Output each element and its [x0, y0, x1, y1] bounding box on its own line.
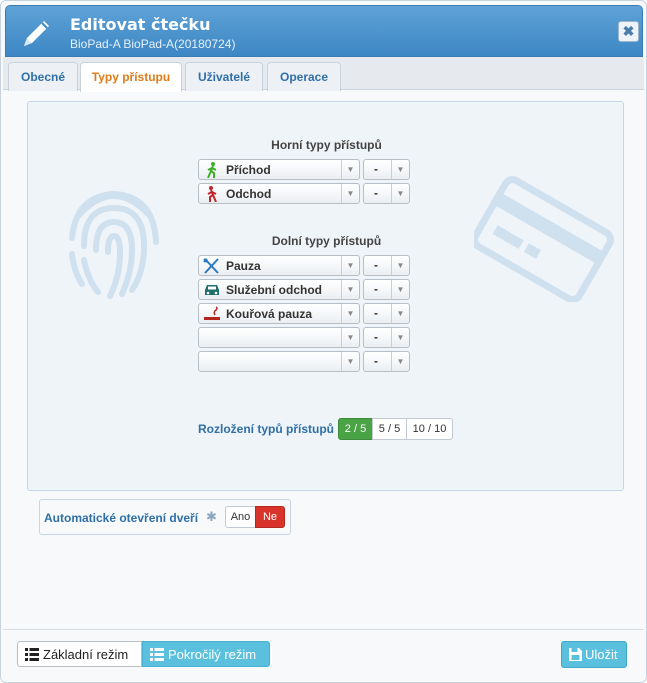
- upper-type-select-1[interactable]: Příchod ▼: [198, 159, 360, 180]
- list-icon: [25, 648, 39, 661]
- chevron-down-icon: ▼: [391, 256, 409, 275]
- lower-type-select-3[interactable]: Kouřová pauza ▼: [198, 303, 360, 324]
- advanced-mode-button[interactable]: Pokročilý režim: [142, 641, 270, 667]
- chevron-down-icon: ▼: [391, 304, 409, 323]
- lower-type-label-2: Služební odchod: [226, 283, 322, 297]
- edit-reader-dialog: Editovat čtečku BioPad-A BioPad-A(201807…: [0, 0, 647, 683]
- chevron-down-icon: ▼: [341, 160, 359, 179]
- lower-type-select-4[interactable]: ▼: [198, 327, 360, 348]
- asterisk-icon: ✱: [206, 509, 217, 524]
- list-icon: [150, 648, 164, 661]
- footer-divider: [3, 629, 644, 630]
- access-types-panel: Horní typy přístupů Příchod ▼ - ▼ Odchod…: [27, 101, 624, 491]
- auto-open-no[interactable]: Ne: [255, 506, 285, 528]
- lower-type-select-5[interactable]: ▼: [198, 351, 360, 372]
- chevron-down-icon: ▼: [391, 328, 409, 347]
- lower-type-label-3: Kouřová pauza: [226, 307, 313, 321]
- tab-access-types[interactable]: Typy přístupu: [80, 62, 182, 92]
- lower-key-select-2[interactable]: - ▼: [363, 279, 410, 300]
- basic-mode-label: Základní režim: [43, 647, 129, 662]
- pencil-icon: [24, 21, 49, 46]
- chevron-down-icon: ▼: [341, 352, 359, 371]
- dialog-title: Editovat čtečku: [70, 15, 211, 34]
- cigarette-icon: [204, 306, 220, 320]
- save-button[interactable]: Uložit: [561, 641, 627, 668]
- tab-bar: Obecné Typy přístupu Uživatelé Operace: [3, 57, 644, 92]
- save-label: Uložit: [585, 647, 618, 662]
- auto-open-label: Automatické otevření dveří: [44, 511, 199, 525]
- lower-key-select-3[interactable]: - ▼: [363, 303, 410, 324]
- tab-operations[interactable]: Operace: [267, 62, 341, 91]
- walk-out-icon: [207, 186, 217, 202]
- walk-in-icon: [207, 162, 217, 178]
- lower-type-select-1[interactable]: Pauza ▼: [198, 255, 360, 276]
- lower-key-select-1[interactable]: - ▼: [363, 255, 410, 276]
- upper-key-value-1: -: [374, 162, 378, 176]
- tab-general[interactable]: Obecné: [8, 62, 78, 91]
- lower-key-value-4: -: [374, 330, 378, 344]
- upper-type-select-2[interactable]: Odchod ▼: [198, 183, 360, 204]
- lower-key-select-4[interactable]: - ▼: [363, 327, 410, 348]
- car-icon: [205, 285, 219, 295]
- chevron-down-icon: ▼: [341, 256, 359, 275]
- basic-mode-button[interactable]: Základní režim: [17, 641, 142, 667]
- chevron-down-icon: ▼: [391, 160, 409, 179]
- lower-key-value-3: -: [374, 306, 378, 320]
- auto-open-door-box: Automatické otevření dveří ✱ Ano Ne: [39, 499, 291, 535]
- chevron-down-icon: ▼: [391, 352, 409, 371]
- upper-types-title: Horní typy přístupů: [271, 138, 382, 152]
- tab-users[interactable]: Uživatelé: [185, 62, 263, 91]
- lower-type-select-2[interactable]: Služební odchod ▼: [198, 279, 360, 300]
- chevron-down-icon: ▼: [341, 184, 359, 203]
- lower-key-select-5[interactable]: - ▼: [363, 351, 410, 372]
- upper-key-value-2: -: [374, 186, 378, 200]
- chevron-down-icon: ▼: [391, 184, 409, 203]
- chevron-down-icon: ▼: [391, 280, 409, 299]
- lower-types-title: Dolní typy přístupů: [271, 234, 382, 248]
- dialog-subtitle: BioPad-A BioPad-A(20180724): [70, 37, 236, 51]
- floppy-disk-icon: [569, 648, 582, 661]
- layout-option-5-5[interactable]: 5 / 5: [372, 418, 407, 440]
- chevron-down-icon: ▼: [341, 328, 359, 347]
- layout-option-2-5[interactable]: 2 / 5: [338, 418, 373, 440]
- auto-open-yes[interactable]: Ano: [225, 506, 256, 528]
- upper-key-select-1[interactable]: - ▼: [363, 159, 410, 180]
- chevron-down-icon: ▼: [341, 280, 359, 299]
- upper-key-select-2[interactable]: - ▼: [363, 183, 410, 204]
- upper-type-label-2: Odchod: [226, 187, 272, 201]
- dialog-header: Editovat čtečku BioPad-A BioPad-A(201807…: [5, 5, 643, 57]
- upper-type-label-1: Příchod: [226, 163, 271, 177]
- layout-label: Rozložení typů přístupů: [198, 422, 334, 436]
- lower-key-value-1: -: [374, 258, 378, 272]
- lower-type-label-1: Pauza: [226, 259, 261, 273]
- lower-key-value-2: -: [374, 282, 378, 296]
- chevron-down-icon: ▼: [341, 304, 359, 323]
- layout-option-10-10[interactable]: 10 / 10: [406, 418, 453, 440]
- close-icon[interactable]: ✖: [618, 21, 639, 42]
- advanced-mode-label: Pokročilý režim: [168, 647, 257, 662]
- cutlery-icon: [203, 258, 219, 274]
- lower-key-value-5: -: [374, 354, 378, 368]
